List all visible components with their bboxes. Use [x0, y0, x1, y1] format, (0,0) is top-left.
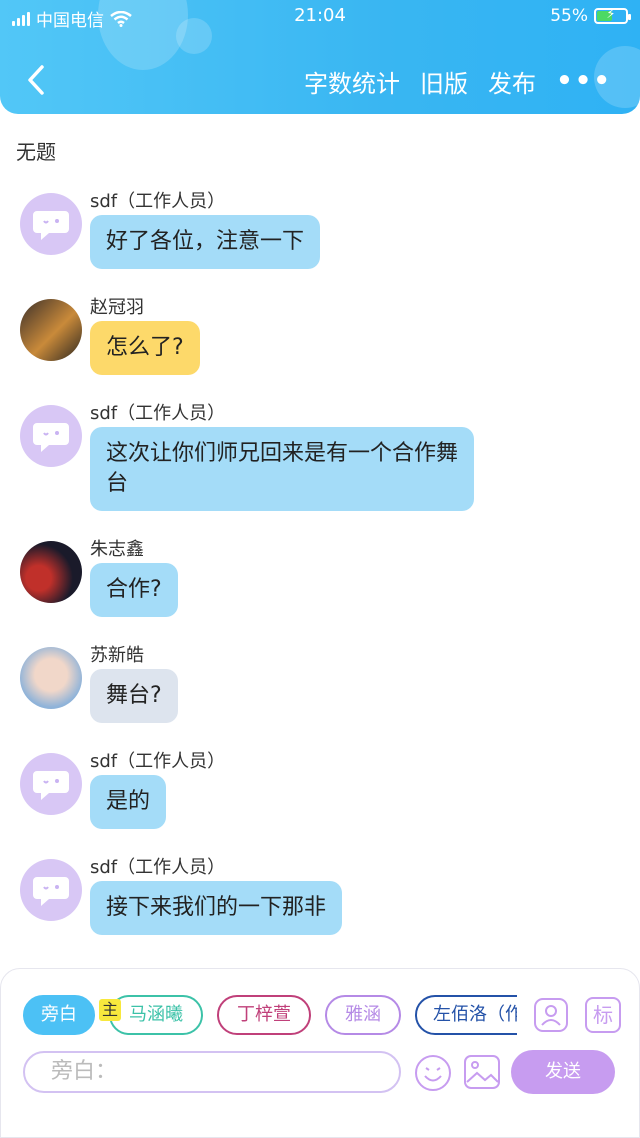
- message-row: sdf（工作人员） 好了各位，注意一下: [0, 185, 640, 269]
- role-chip[interactable]: 马涵曦: [109, 995, 203, 1035]
- chat-list[interactable]: sdf（工作人员） 好了各位，注意一下赵冠羽怎么了? sdf（工作人员） 这次让你们师…: [0, 185, 640, 968]
- sender-name: 赵冠羽: [90, 297, 144, 318]
- sender-name: sdf（工作人员）: [90, 857, 226, 878]
- sender-name: 朱志鑫: [90, 539, 144, 560]
- message-bubble[interactable]: 是的: [90, 775, 167, 829]
- old-version-button[interactable]: 旧版: [420, 64, 468, 99]
- message-bubble[interactable]: 这次让你们师兄回来是有一个合作舞台: [90, 427, 474, 511]
- sender-name: 苏新皓: [90, 645, 144, 666]
- sender-name: sdf（工作人员）: [90, 403, 226, 424]
- emoji-icon[interactable]: [413, 1053, 453, 1093]
- role-chip-narrator[interactable]: 旁白: [23, 995, 95, 1035]
- app-header: 中国电信 21:04 55% ⚡ 字数统计 旧版 发布 •••: [0, 0, 640, 114]
- avatar[interactable]: [20, 299, 82, 361]
- character-manage-icon[interactable]: [533, 997, 569, 1033]
- message-bubble[interactable]: 合作?: [90, 563, 178, 617]
- message-row: sdf（工作人员） 是的: [0, 745, 640, 829]
- word-count-button[interactable]: 字数统计: [304, 64, 400, 99]
- message-row: 赵冠羽怎么了?: [0, 291, 640, 375]
- battery-icon: ⚡: [594, 7, 631, 24]
- message-bubble[interactable]: 怎么了?: [90, 321, 200, 375]
- image-icon[interactable]: [463, 1053, 501, 1091]
- message-bubble[interactable]: 好了各位，注意一下: [90, 215, 321, 269]
- more-menu-button[interactable]: •••: [556, 66, 612, 96]
- sender-name: sdf（工作人员）: [90, 751, 226, 772]
- message-row: 苏新皓舞台?: [0, 639, 640, 723]
- message-row: sdf（工作人员） 这次让你们师兄回来是有一个合作舞台: [0, 397, 640, 511]
- clock: 21:04: [294, 5, 346, 26]
- avatar[interactable]: [20, 859, 82, 921]
- publish-button[interactable]: 发布: [488, 64, 536, 99]
- message-input[interactable]: 旁白：: [23, 1051, 401, 1093]
- send-button[interactable]: 发送: [511, 1050, 615, 1094]
- avatar[interactable]: [20, 541, 82, 603]
- avatar[interactable]: [20, 647, 82, 709]
- composer-panel: 旁白 马涵曦 丁梓萱 雅涵 左佰洛（作 主 标 旁白： 发送: [0, 968, 640, 1138]
- back-icon[interactable]: [22, 62, 52, 98]
- role-chip-bar[interactable]: 旁白 马涵曦 丁梓萱 雅涵 左佰洛（作: [23, 995, 517, 1037]
- message-bubble[interactable]: 舞台?: [90, 669, 178, 723]
- page-title: 无题: [16, 140, 56, 164]
- role-chip[interactable]: 左佰洛（作: [415, 995, 517, 1035]
- avatar[interactable]: [20, 753, 82, 815]
- role-chip[interactable]: 丁梓萱: [217, 995, 311, 1035]
- battery-percent: 55%: [550, 6, 588, 26]
- message-bubble[interactable]: 接下来我们的一下那非: [90, 881, 343, 935]
- message-row: sdf（工作人员） 接下来我们的一下那非: [0, 851, 640, 935]
- role-chip[interactable]: 雅涵: [325, 995, 401, 1035]
- sender-name: sdf（工作人员）: [90, 191, 226, 212]
- nav-bar: 字数统计 旧版 发布 •••: [0, 56, 640, 106]
- main-role-badge: 主: [99, 999, 121, 1021]
- mark-button[interactable]: 标: [585, 997, 621, 1033]
- status-bar: 中国电信 21:04 55% ⚡: [0, 0, 640, 34]
- avatar[interactable]: [20, 193, 82, 255]
- message-row: 朱志鑫合作?: [0, 533, 640, 617]
- avatar[interactable]: [20, 405, 82, 467]
